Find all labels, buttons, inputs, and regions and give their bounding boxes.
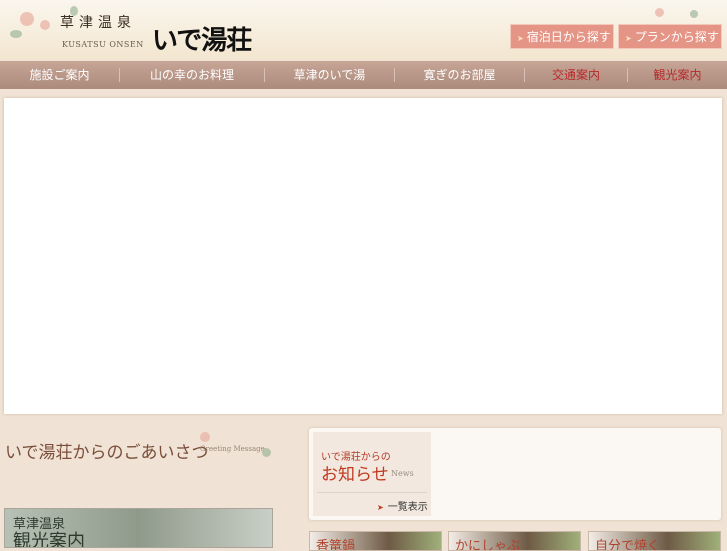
link-label: 一覧表示 — [387, 502, 428, 513]
main-nav: 施設ご案内 山の幸のお料理 草津のいで湯 寛ぎのお部屋 交通案内 観光案内 — [0, 61, 727, 89]
arrow-icon: ➤ — [377, 503, 384, 512]
logo-subtitle: 草津温泉 — [60, 15, 136, 31]
leaf-decoration — [690, 10, 698, 18]
cuisine-card[interactable]: 自分で焼く — [588, 531, 721, 551]
view-all-link[interactable]: ➤ 一覧表示 — [377, 498, 428, 513]
search-by-plan-button[interactable]: ➤ プランから探す — [618, 24, 722, 49]
logo-english: KUSATSU ONSEN — [62, 40, 144, 49]
greeting-heading: いで湯荘からのごあいさつ — [5, 443, 209, 463]
nav-item-hot-spring[interactable]: 草津のいで湯 — [265, 68, 395, 82]
news-english: News — [391, 469, 414, 478]
nav-item-access[interactable]: 交通案内 — [525, 68, 628, 82]
button-label: プランから探す — [634, 30, 719, 44]
arrow-icon: ➤ — [625, 34, 632, 43]
arrow-icon: ➤ — [517, 34, 524, 43]
cuisine-card[interactable]: 香篭鍋 — [309, 531, 442, 551]
card-label: かにしゃぶ — [455, 539, 521, 551]
news-panel: いで湯荘からの お知らせ News ➤ 一覧表示 — [309, 428, 721, 520]
main-visual — [4, 98, 722, 414]
cuisine-card[interactable]: かにしゃぶ — [448, 531, 581, 551]
leaf-decoration — [10, 30, 22, 38]
divider — [317, 492, 427, 493]
greeting-subtitle: Greeting Message — [200, 445, 265, 453]
nav-item-cuisine[interactable]: 山の幸のお料理 — [120, 68, 265, 82]
flower-decoration — [200, 432, 210, 442]
card-label: 自分で焼く — [595, 539, 661, 551]
nav-item-facilities[interactable]: 施設ご案内 — [0, 68, 120, 82]
header: 草津温泉 KUSATSU ONSEN いで湯荘 ➤ 宿泊日から探す ➤ プランから探… — [0, 0, 727, 60]
news-heading: お知らせ — [321, 465, 389, 485]
news-header: いで湯荘からの お知らせ News ➤ 一覧表示 — [313, 432, 431, 516]
nav-item-rooms[interactable]: 寛ぎのお部屋 — [395, 68, 525, 82]
leaf-decoration — [262, 448, 271, 457]
flower-decoration — [655, 8, 664, 17]
card-label: 香篭鍋 — [316, 539, 356, 551]
search-by-date-button[interactable]: ➤ 宿泊日から探す — [510, 24, 614, 49]
button-label: 宿泊日から探す — [526, 30, 611, 44]
sightseeing-banner[interactable]: 草津温泉 観光案内 — [4, 508, 273, 548]
flower-decoration — [20, 12, 34, 26]
flower-decoration — [40, 20, 50, 30]
logo-title: いで湯荘 — [152, 26, 252, 56]
nav-item-sightseeing[interactable]: 観光案内 — [628, 68, 727, 82]
